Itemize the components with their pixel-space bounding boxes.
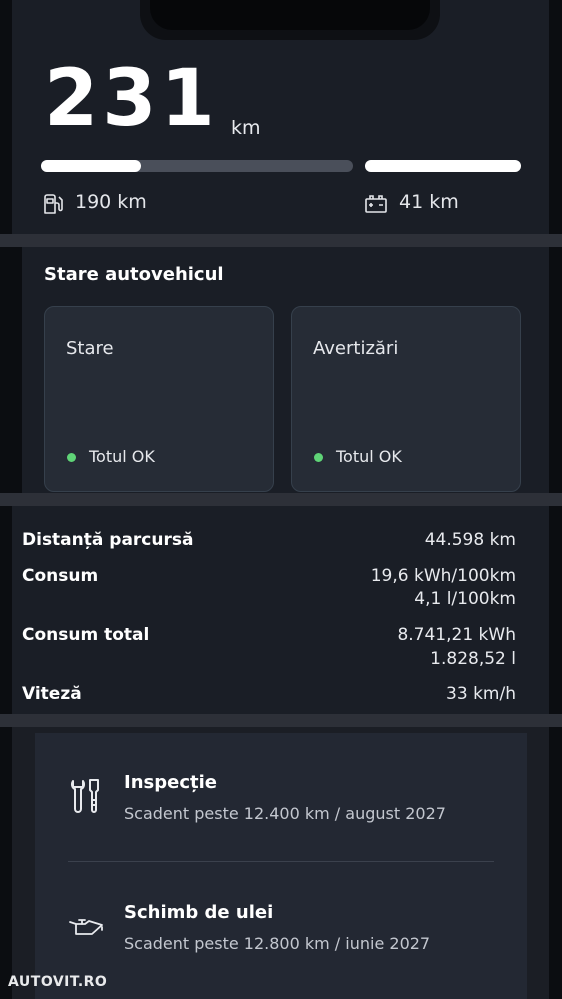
- warnings-tile[interactable]: Avertizări Totul OK: [291, 306, 521, 492]
- section-separator: [0, 493, 562, 506]
- oil-change-due: Scadent peste 12.800 km / iunie 2027: [124, 934, 431, 953]
- car-top-shadow: [150, 0, 430, 30]
- warnings-tile-label: Avertizări: [313, 338, 399, 359]
- fuel-range-bar-fill: [41, 160, 141, 172]
- speed-label: Viteză: [22, 684, 82, 704]
- warnings-ok-dot: [314, 453, 323, 462]
- consumption-label: Consum: [22, 566, 99, 586]
- wrench-screwdriver-icon: [70, 779, 99, 813]
- speed-value: 33 km/h: [446, 684, 516, 704]
- warnings-tile-status: Totul OK: [336, 447, 402, 466]
- electric-range-text: 41 km: [399, 191, 459, 213]
- battery-icon: [365, 195, 387, 213]
- inspection-title: Inspecție: [124, 772, 217, 793]
- section-separator: [0, 234, 562, 247]
- status-ok-dot: [67, 453, 76, 462]
- vehicle-status-title: Stare autovehicul: [44, 264, 224, 285]
- inspection-due: Scadent peste 12.400 km / august 2027: [124, 804, 446, 823]
- status-tile[interactable]: Stare Totul OK: [44, 306, 274, 492]
- status-tile-label: Stare: [66, 338, 114, 359]
- total-consumption-fuel-value: 1.828,52 l: [430, 649, 516, 669]
- range-total-value: 231: [44, 54, 219, 144]
- battery-range-bar-fill: [365, 160, 521, 172]
- fuel-pump-icon: [44, 194, 63, 214]
- status-tile-status: Totul OK: [89, 447, 155, 466]
- total-consumption-electric-value: 8.741,21 kWh: [397, 625, 516, 645]
- range-total-unit: km: [231, 117, 261, 139]
- consumption-electric-value: 19,6 kWh/100km: [370, 566, 516, 586]
- battery-range-bar: [365, 160, 521, 172]
- distance-label: Distanță parcursă: [22, 530, 194, 550]
- service-divider: [68, 861, 494, 862]
- fuel-range-text: 190 km: [75, 191, 147, 213]
- fuel-range-bar: [41, 160, 353, 172]
- service-card: [35, 733, 527, 999]
- oil-change-title: Schimb de ulei: [124, 902, 274, 923]
- consumption-fuel-value: 4,1 l/100km: [414, 589, 516, 609]
- section-separator: [0, 714, 562, 727]
- distance-value: 44.598 km: [424, 530, 516, 550]
- oil-can-icon: [69, 919, 103, 935]
- watermark-logo: AUTOVIT.RO: [8, 974, 108, 990]
- total-consumption-label: Consum total: [22, 625, 150, 645]
